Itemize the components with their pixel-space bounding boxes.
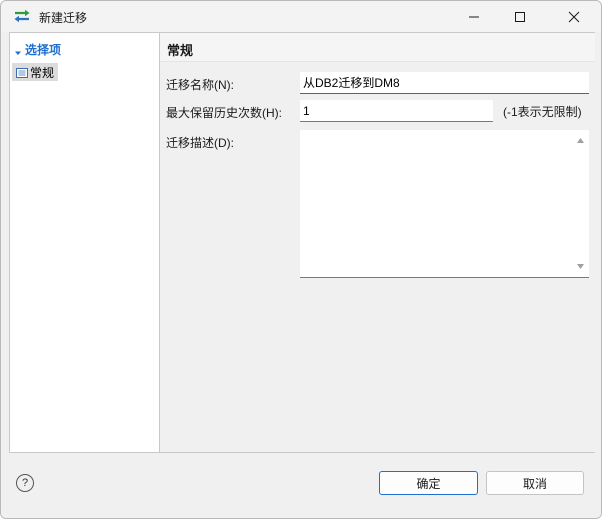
migration-description-textarea[interactable] <box>300 130 589 278</box>
migration-description-label: 迁移描述(D): <box>166 136 234 150</box>
maximize-button[interactable] <box>497 1 543 32</box>
cancel-button[interactable]: 取消 <box>486 471 584 495</box>
dialog-content: 选择项 常规 常规 迁移名称(N): 最大保留历史次数(H): (-1表示无 <box>9 32 595 453</box>
migration-name-input[interactable] <box>300 72 589 94</box>
maximize-icon <box>515 11 525 22</box>
scroll-up-icon[interactable] <box>577 138 584 143</box>
migration-name-label: 迁移名称(N): <box>166 78 234 92</box>
description-scrollbar[interactable] <box>572 130 589 277</box>
page-icon <box>16 67 28 78</box>
max-history-input[interactable] <box>300 100 493 122</box>
transfer-arrows-icon <box>13 9 31 23</box>
settings-panel: 常规 迁移名称(N): 最大保留历史次数(H): (-1表示无限制) 迁移描述(… <box>160 33 595 452</box>
title-bar[interactable]: 新建迁移 <box>1 1 601 32</box>
tree-root-node[interactable]: 选择项 <box>14 41 61 58</box>
tree-item-general[interactable]: 常规 <box>12 63 59 81</box>
history-hint: (-1表示无限制) <box>503 105 582 119</box>
dialog-window: 新建迁移 选择项 常规 常规 迁移名称(N): 从DB2迁移到DM8 最大保留历… <box>0 0 602 519</box>
options-tree: 选择项 常规 <box>10 33 160 452</box>
ok-button[interactable]: 确定 <box>379 471 478 495</box>
close-icon <box>568 11 580 22</box>
section-header: 常规 <box>160 33 595 62</box>
scroll-down-icon[interactable] <box>577 264 584 269</box>
minimize-icon <box>469 16 479 17</box>
max-history-label: 最大保留历史次数(H): <box>166 106 282 120</box>
close-button[interactable] <box>551 1 597 32</box>
minimize-button[interactable] <box>451 1 497 32</box>
dialog-footer: ? 确定 取消 <box>1 453 601 518</box>
triangle-down-icon[interactable] <box>14 46 22 55</box>
section-title: 常规 <box>167 43 194 58</box>
question-circle-icon[interactable]: ? <box>16 474 34 492</box>
window-title: 新建迁移 <box>39 11 88 25</box>
tree-item-label: 常规 <box>30 65 55 80</box>
tree-root-label: 选择项 <box>25 43 62 57</box>
